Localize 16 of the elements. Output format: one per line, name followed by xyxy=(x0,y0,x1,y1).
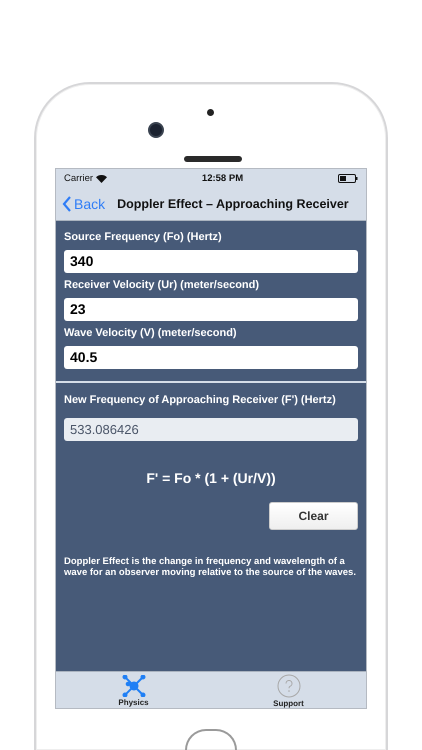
field-label: Wave Velocity (V) (meter/second) xyxy=(64,326,238,339)
result-label: New Frequency of Approaching Receiver (F') (Hertz) xyxy=(64,394,337,406)
input-field[interactable]: 40.5 xyxy=(64,346,358,369)
field-label: Receiver Velocity (Ur) (meter/second) xyxy=(64,278,260,291)
clear-button[interactable]: Clear xyxy=(269,502,358,530)
carrier-label: Carrier xyxy=(64,173,94,184)
input-field[interactable]: 23 xyxy=(64,298,358,321)
result-field: 533.086426 xyxy=(64,418,358,441)
tab-bar-item[interactable]: Physics xyxy=(56,672,211,708)
input-field[interactable]: 340 xyxy=(64,250,358,273)
field-label: Source Frequency (Fo) (Hertz) xyxy=(64,230,223,243)
status-time: 12:58 PM xyxy=(202,173,244,184)
screen-title: Doppler Effect – Approaching Receiver xyxy=(117,197,349,212)
formula-text: F' = Fo * (1 + (Ur/V)) xyxy=(145,470,277,486)
tab-bar-item[interactable]: Support xyxy=(211,672,366,708)
description-text: Doppler Effect is the change in frequency and wavelength of a wave for an observer moving relative to the source of the waves. xyxy=(64,556,357,580)
